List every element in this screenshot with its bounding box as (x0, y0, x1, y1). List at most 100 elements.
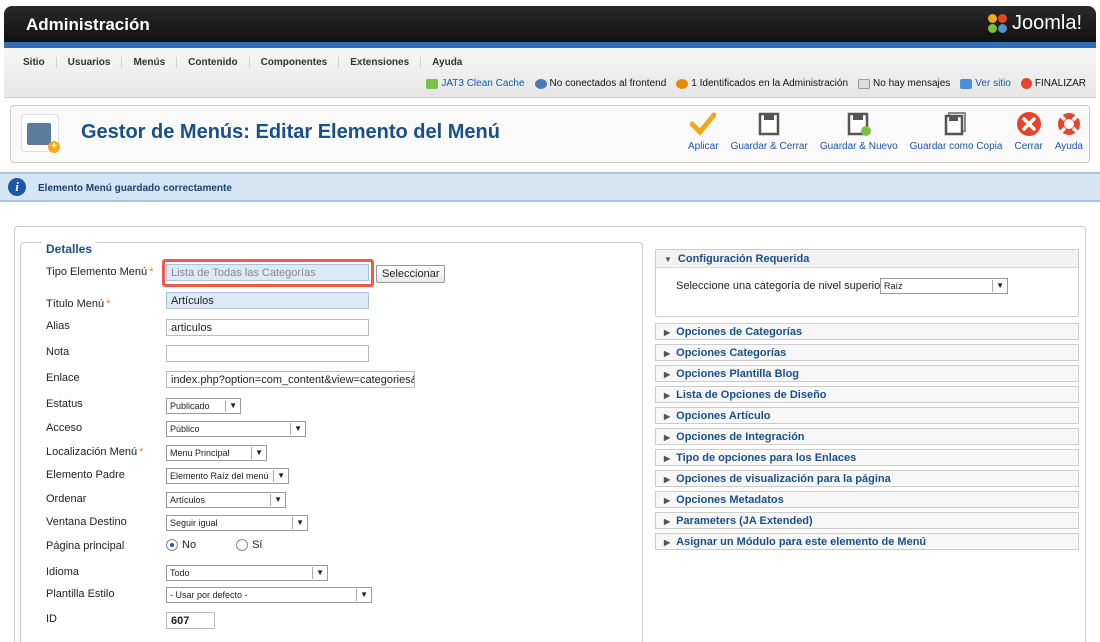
menu-manager-icon: + (21, 114, 60, 153)
tipo-label: Tipo Elemento Menú * (46, 266, 154, 278)
plantilla-label: Plantilla Estilo (46, 588, 115, 600)
apply-button[interactable]: Aplicar (688, 110, 719, 152)
plantilla-select[interactable]: - Usar por defecto - ▼ (166, 587, 372, 603)
status-row: JAT3 Clean Cache No conectados al fronte… (426, 78, 1086, 89)
messages-status[interactable]: No hay mensajes (858, 78, 950, 89)
accordion-visualizacion-pagina[interactable]: ▶ Opciones de visualización para la págin… (655, 470, 1079, 487)
view-site-label: Ver sitio (975, 78, 1011, 89)
admin-status-label: 1 Identificados en la Administración (691, 78, 849, 89)
message-text: Elemento Menú guardado correctamente (38, 183, 232, 194)
ventana-select[interactable]: Seguir igual ▼ (166, 515, 308, 531)
mail-icon (858, 78, 871, 89)
frontend-status-label: No conectados al frontend (549, 78, 667, 89)
acceso-label: Acceso (46, 422, 83, 434)
ordenar-label: Ordenar (46, 493, 87, 505)
accordion-asignar-modulo[interactable]: ▶ Asignar un Módulo para este elemento de… (655, 533, 1079, 550)
users-icon (534, 78, 547, 89)
parent-category-select[interactable]: Raíz ▼ (880, 278, 1008, 294)
accordion-opciones-integracion[interactable]: ▶ Opciones de Integración (655, 428, 1079, 445)
nota-label: Nota (46, 346, 70, 358)
menu-menus[interactable]: Menús (122, 57, 178, 68)
help-button[interactable]: Ayuda (1055, 110, 1083, 152)
enlace-input[interactable]: index.php?option=com_content&view=catego… (166, 371, 415, 388)
padre-label: Elemento Padre (46, 469, 125, 481)
save-copy-icon (942, 110, 970, 138)
enlace-label: Enlace (46, 372, 80, 384)
menu-extensiones[interactable]: Extensiones (339, 57, 422, 68)
menu-componentes[interactable]: Componentes (250, 57, 340, 68)
accordion-plantilla-blog[interactable]: ▶ Opciones Plantilla Blog (655, 365, 1079, 382)
required-config-header[interactable]: ▼ Configuración Requerida (656, 250, 1078, 268)
menu-sitio[interactable]: Sitio (12, 57, 57, 68)
menu-contenido[interactable]: Contenido (177, 57, 250, 68)
view-site-link[interactable]: Ver sitio (960, 78, 1011, 89)
logout-label: FINALIZAR (1034, 78, 1086, 89)
details-legend: Detalles (42, 242, 97, 256)
cache-icon (426, 78, 439, 89)
joomla-logo-icon (987, 13, 1008, 34)
save-new-icon (845, 110, 873, 138)
accordion-opciones-diseno[interactable]: ▶ Lista de Opciones de Diseño (655, 386, 1079, 403)
accordion-tipo-enlaces[interactable]: ▶ Tipo de opciones para los Enlaces (655, 449, 1079, 466)
alias-label: Alias (46, 320, 70, 332)
required-config-label: Seleccione una categoría de nivel superi… (676, 280, 890, 292)
home-radio-group: No Sí (166, 539, 262, 551)
tipo-field: Lista de Todas las Categorías (166, 264, 369, 281)
titulo-label: Título Menú * (46, 298, 111, 310)
home-radio-no[interactable]: No (166, 539, 196, 551)
save-copy-label: Guardar como Copia (909, 141, 1003, 152)
admin-title: Administración (26, 15, 150, 34)
close-button[interactable]: Cerrar (1014, 110, 1043, 152)
localizacion-label: Localización Menú * (46, 446, 144, 458)
joomla-logo-text: Joomla! (1011, 12, 1082, 34)
localizacion-select[interactable]: Menu Principal ▼ (166, 445, 267, 461)
clean-cache-label: JAT3 Clean Cache (441, 78, 525, 89)
select-type-button[interactable]: Seleccionar (376, 265, 446, 283)
acceso-select[interactable]: Público ▼ (166, 421, 306, 437)
apply-label: Aplicar (687, 141, 719, 152)
main-menu-bar: Sitio Usuarios Menús Contenido Component… (4, 48, 1096, 98)
estatus-label: Estatus (46, 398, 83, 410)
save-copy-button[interactable]: Guardar como Copia (909, 110, 1003, 152)
clean-cache-link[interactable]: JAT3 Clean Cache (426, 78, 525, 89)
titulo-input[interactable]: Artículos (166, 292, 369, 309)
system-message: i Elemento Menú guardado correctamente (0, 172, 1100, 202)
admin-status: 1 Identificados en la Administración (676, 78, 848, 89)
accordion-opciones-articulo[interactable]: ▶ Opciones Artículo (655, 407, 1079, 424)
principal-label: Página principal (46, 540, 125, 552)
close-label: Cerrar (1014, 141, 1043, 152)
page-title: Gestor de Menús: Editar Elemento del Men… (81, 121, 500, 143)
close-icon (1015, 110, 1043, 138)
home-radio-si[interactable]: Sí (236, 539, 262, 551)
frontend-status: No conectados al frontend (534, 78, 667, 89)
menu-ayuda[interactable]: Ayuda (421, 57, 473, 68)
save-close-button[interactable]: Guardar & Cerrar (731, 110, 808, 152)
nota-input[interactable] (166, 345, 369, 362)
admin-users-icon (676, 78, 689, 89)
joomla-logo[interactable]: Joomla! (987, 12, 1082, 35)
padre-select[interactable]: Elemento Raíz del menú ▼ (166, 468, 289, 484)
save-close-label: Guardar & Cerrar (730, 141, 808, 152)
alias-input[interactable]: articulos (166, 319, 369, 336)
menu-usuarios[interactable]: Usuarios (57, 57, 123, 68)
idioma-select[interactable]: Todo ▼ (166, 565, 328, 581)
checkmark-icon (689, 110, 717, 138)
save-new-label: Guardar & Nuevo (819, 141, 898, 152)
logout-icon (1020, 78, 1032, 89)
lifebuoy-icon (1055, 110, 1083, 138)
accordion-opciones-de-categorias[interactable]: ▶ Opciones de Categorías (655, 323, 1079, 340)
messages-status-label: No hay mensajes (873, 78, 951, 89)
id-label: ID (46, 613, 57, 625)
logout-link[interactable]: FINALIZAR (1020, 78, 1086, 89)
estatus-select[interactable]: Publicado ▼ (166, 398, 241, 414)
accordion-metadatos[interactable]: ▶ Opciones Metadatos (655, 491, 1079, 508)
info-icon: i (8, 178, 26, 196)
required-config-panel: ▼ Configuración Requerida Seleccione una … (655, 249, 1079, 317)
monitor-icon (960, 78, 973, 89)
accordion-parameters-ja[interactable]: ▶ Parameters (JA Extended) (655, 512, 1079, 529)
ordenar-select[interactable]: Artículos ▼ (166, 492, 286, 508)
save-new-button[interactable]: Guardar & Nuevo (820, 110, 898, 152)
accordion-opciones-categorias[interactable]: ▶ Opciones Categorías (655, 344, 1079, 361)
idioma-label: Idioma (46, 566, 80, 578)
help-label: Ayuda (1054, 141, 1083, 152)
